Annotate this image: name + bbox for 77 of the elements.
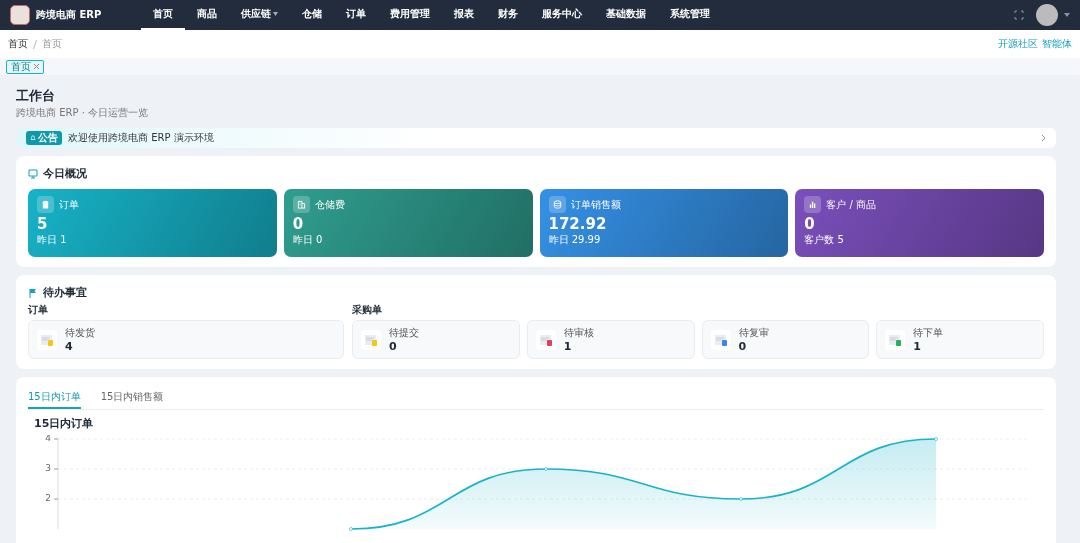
close-icon[interactable] — [34, 64, 39, 69]
stat-value: 5 — [37, 215, 49, 233]
stat-label: 仓储费 — [314, 197, 345, 212]
chart-tab[interactable]: 15日内订单 — [28, 387, 81, 409]
flag-icon — [28, 287, 38, 298]
document-icon — [535, 329, 556, 350]
stat-value: 172.92 — [548, 215, 608, 233]
building-icon — [292, 196, 310, 213]
axis-tick-label: 4 — [45, 435, 51, 443]
todo-count: 0 — [389, 340, 398, 353]
page-title: 工作台 — [16, 87, 56, 105]
database-icon — [548, 196, 566, 213]
todo-item[interactable]: 待发货 4 — [28, 320, 344, 359]
stat-label: 客户 / 商品 — [826, 197, 876, 212]
group-title: 采购单 — [352, 303, 383, 317]
stat-value: 0 — [804, 215, 816, 233]
group-title: 订单 — [28, 303, 49, 317]
bar-chart-icon — [804, 196, 822, 213]
todo-label: 待下单 — [913, 326, 944, 340]
chart-tab[interactable]: 15日内销售额 — [100, 387, 164, 409]
separator-icon — [33, 39, 37, 49]
document-icon — [361, 329, 381, 350]
document-icon — [37, 329, 57, 350]
data-point — [349, 527, 353, 531]
stat-label: 订单销售额 — [570, 197, 621, 212]
notice-badge: 公告 — [26, 131, 62, 145]
document-icon — [710, 329, 731, 350]
nav-item[interactable]: 商品 — [185, 0, 229, 30]
axis-tick-label: 3 — [45, 463, 51, 473]
todo-count: 1 — [913, 340, 922, 353]
stat-note: 昨日 1 — [37, 233, 68, 247]
data-point — [739, 497, 743, 501]
brand-name: 跨境电商 ERP — [36, 8, 103, 22]
chart-title: 15日内订单 — [34, 416, 95, 431]
nav-item[interactable]: 基础数据 — [594, 0, 658, 30]
nav-item[interactable]: 报表 — [442, 0, 486, 30]
fullscreen-icon[interactable] — [1014, 10, 1024, 20]
stat-label: 订单 — [59, 197, 79, 212]
section-title: 今日概况 — [43, 166, 87, 181]
notice-text: 欢迎使用跨境电商 ERP 演示环境 — [68, 131, 215, 145]
page-subtitle: 跨境电商 ERP · 今日运营一览 — [16, 106, 149, 120]
nav-item[interactable]: 服务中心 — [530, 0, 594, 30]
todo-item[interactable]: 待审核 1 — [526, 320, 695, 359]
logo-icon — [10, 5, 30, 25]
section-title: 待办事宜 — [43, 285, 87, 300]
todo-count: 4 — [65, 340, 74, 353]
todo-item[interactable]: 待复审 0 — [701, 320, 870, 359]
axis-tick-label: 2 — [45, 493, 51, 503]
data-point — [934, 437, 938, 441]
todo-label: 待提交 — [389, 326, 419, 340]
stat-note: 昨日 0 — [292, 233, 324, 247]
monitor-icon — [28, 168, 38, 179]
todo-count: 1 — [563, 340, 573, 353]
document-icon — [885, 329, 906, 350]
todo-item[interactable]: 待下单 1 — [876, 320, 1044, 359]
breadcrumb-item: 首页 — [42, 37, 62, 51]
nav-item[interactable]: 费用管理 — [378, 0, 442, 30]
todo-label: 待审核 — [563, 326, 594, 340]
breadcrumb-item[interactable]: 首页 — [8, 37, 28, 51]
stat-value: 0 — [292, 215, 305, 233]
stat-note: 昨日 29.99 — [548, 233, 602, 247]
chevron-right-icon[interactable] — [1041, 134, 1046, 142]
avatar[interactable] — [1036, 4, 1058, 26]
todo-item[interactable]: 待提交 0 — [352, 320, 520, 359]
nav-item[interactable]: 财务 — [486, 0, 530, 30]
todo-label: 待发货 — [65, 326, 95, 340]
page-tab[interactable]: 首页 — [6, 59, 44, 74]
stat-note: 客户数 5 — [804, 233, 845, 247]
todo-label: 待复审 — [738, 326, 769, 340]
nav-item[interactable]: 仓储 — [290, 0, 334, 30]
data-point — [544, 467, 548, 471]
todo-count: 0 — [738, 340, 748, 353]
nav-item[interactable]: 供应链 — [229, 0, 290, 30]
caret-icon[interactable] — [1064, 13, 1070, 17]
nav-item[interactable]: 订单 — [334, 0, 378, 30]
clipboard-icon — [37, 196, 54, 213]
nav-item[interactable]: 系统管理 — [658, 0, 722, 30]
